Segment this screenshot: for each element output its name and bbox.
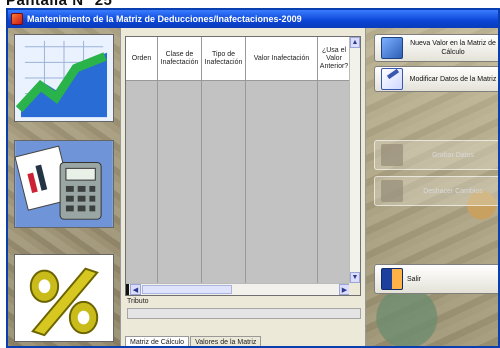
tributo-label: Tributo bbox=[127, 298, 149, 305]
grid-column-tipo bbox=[202, 81, 246, 283]
column-header-orden[interactable]: Orden bbox=[126, 37, 158, 80]
chart-icon bbox=[14, 34, 114, 122]
grid-column-usa bbox=[318, 81, 350, 283]
column-header-clase[interactable]: Clase de Inafectación bbox=[158, 37, 202, 80]
grabar-datos-label: Grabar Datos bbox=[431, 151, 475, 159]
modificar-datos-button[interactable]: Modificar Datos de la Matriz bbox=[374, 66, 498, 92]
grid-column-clase bbox=[158, 81, 202, 283]
column-header-usa-valor-anterior[interactable]: ¿Usa el Valor Anterior? bbox=[318, 37, 350, 80]
main-window: Mantenimiento de la Matriz de Deduccione… bbox=[6, 8, 500, 348]
column-header-tipo[interactable]: Tipo de Inafectación bbox=[202, 37, 246, 80]
nueva-valor-label: Nueva Valor en la Matriz de Cálculo bbox=[410, 40, 496, 56]
main-panel: Orden Clase de Inafectación Tipo de Inaf… bbox=[120, 28, 366, 346]
modificar-datos-label: Modificar Datos de la Matriz bbox=[409, 75, 497, 83]
exit-door-icon bbox=[381, 268, 403, 290]
scroll-down-icon[interactable]: ▼ bbox=[350, 272, 360, 283]
tab-strip: Matriz de Cálculo Valores de la Matriz bbox=[125, 336, 262, 346]
grid-column-valor bbox=[246, 81, 318, 283]
save-icon bbox=[381, 144, 403, 166]
matrix-grid[interactable]: Orden Clase de Inafectación Tipo de Inaf… bbox=[125, 36, 361, 296]
scroll-left-icon[interactable]: ◀ bbox=[130, 284, 141, 295]
tributo-field[interactable] bbox=[127, 308, 361, 319]
horizontal-scroll-thumb[interactable] bbox=[142, 285, 232, 294]
window-title: Mantenimiento de la Matriz de Deduccione… bbox=[27, 14, 302, 24]
grid-header: Orden Clase de Inafectación Tipo de Inaf… bbox=[126, 37, 350, 81]
deshacer-cambios-button[interactable]: Deshacer Cambios bbox=[374, 176, 498, 206]
nueva-valor-button[interactable]: Nueva Valor en la Matriz de Cálculo bbox=[374, 34, 498, 62]
grabar-datos-button[interactable]: Grabar Datos bbox=[374, 140, 498, 170]
scroll-up-icon[interactable]: ▲ bbox=[350, 37, 360, 48]
horizontal-scrollbar[interactable]: ◀ ▶ bbox=[126, 283, 350, 295]
tab-matriz-de-calculo[interactable]: Matriz de Cálculo bbox=[125, 336, 190, 346]
grid-column-orden bbox=[126, 81, 158, 283]
vertical-scrollbar[interactable]: ▲ ▼ bbox=[349, 37, 360, 283]
scroll-corner bbox=[349, 283, 360, 295]
grid-body[interactable] bbox=[126, 81, 350, 283]
calculator-icon bbox=[381, 37, 403, 59]
salir-label: Salir bbox=[407, 275, 422, 283]
deshacer-cambios-label: Deshacer Cambios bbox=[423, 187, 483, 195]
title-bar: Mantenimiento de la Matriz de Deduccione… bbox=[8, 10, 498, 28]
salir-button[interactable]: Salir bbox=[374, 264, 498, 294]
tab-valores-de-la-matriz[interactable]: Valores de la Matriz bbox=[190, 336, 262, 346]
scroll-position-marker bbox=[126, 284, 129, 295]
undo-icon bbox=[381, 180, 403, 202]
column-header-valor[interactable]: Valor Inafectación bbox=[246, 37, 318, 80]
app-icon bbox=[11, 13, 23, 25]
edit-icon bbox=[381, 68, 403, 90]
percent-icon bbox=[14, 254, 114, 342]
calculator-icon bbox=[14, 140, 114, 228]
